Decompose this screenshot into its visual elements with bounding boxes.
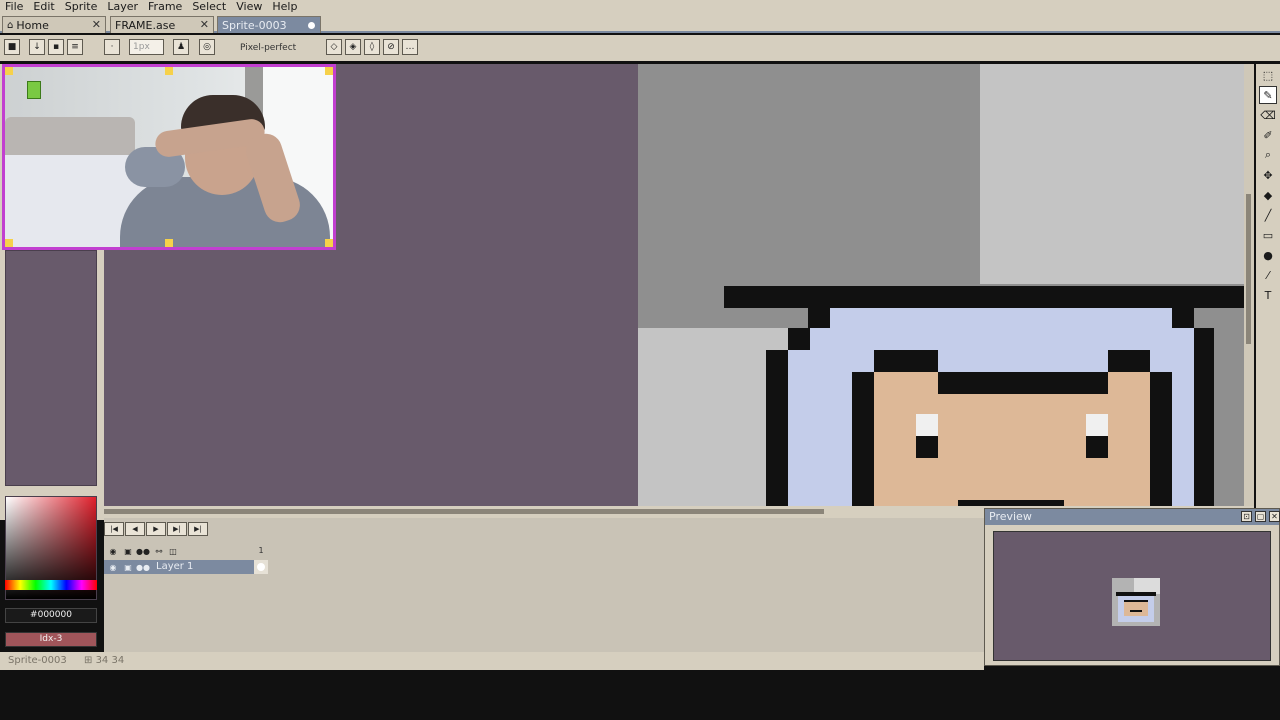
palette-area[interactable] (5, 250, 97, 486)
tab-label: FRAME.ase (115, 18, 176, 32)
tool-palette: ⬚ ✎ ⌫ ✐ ⌕ ✥ ◆ ╱ ▭ ● ⁄ T (1256, 64, 1280, 520)
continuous-icon[interactable]: ●● (136, 561, 150, 573)
preview-title[interactable]: Preview (985, 509, 1279, 525)
next-frame-icon[interactable]: ▶| (167, 522, 187, 536)
ink-icon[interactable]: ♟ (173, 39, 189, 55)
save-icon[interactable]: ▪ (48, 39, 64, 55)
status-sprite-name: Sprite-0003 (8, 655, 67, 666)
webcam-overlay (2, 64, 336, 250)
eye-icon[interactable]: ◉ (106, 545, 120, 557)
menu-layer[interactable]: Layer (102, 0, 143, 14)
menu-frame[interactable]: Frame (143, 0, 187, 14)
scrollbar-thumb[interactable] (104, 509, 824, 514)
menu-file[interactable]: File (0, 0, 28, 14)
context-toolbar: ■ ↓ ▪ ≡ · 1px ♟ ◎ Pixel-perfect ◇ ◈ ◊ ⊘ … (0, 35, 1280, 61)
menu-view[interactable]: View (231, 0, 267, 14)
close-icon[interactable]: ✕ (92, 18, 101, 31)
pixel-art-sprite (638, 64, 1254, 506)
status-bar: Sprite-0003 ⊞ 34 34 (0, 652, 984, 670)
cel[interactable] (254, 560, 268, 574)
onion-skin-icon[interactable]: ●● (136, 545, 150, 557)
eyedropper-icon[interactable]: ✐ (1259, 126, 1277, 144)
close-icon[interactable]: ✕ (200, 18, 209, 31)
tab-home[interactable]: ⌂ Home ✕ (2, 16, 106, 33)
menu-sprite[interactable]: Sprite (60, 0, 103, 14)
palette-index-field[interactable]: Idx-3 (5, 632, 97, 647)
timeline-panel: |◀ ◀ ▶ ▶| ▶| ◉ ▣ ●● ⚯ ◫ 1 ◉ ▣ ●● Layer 1 (104, 518, 984, 652)
prev-frame-icon[interactable]: ◀ (125, 522, 145, 536)
grid-icon: ⊞ (84, 655, 96, 666)
hex-color-field[interactable]: #000000 (5, 608, 97, 623)
list-icon[interactable]: ≡ (67, 39, 83, 55)
first-frame-icon[interactable]: |◀ (104, 522, 124, 536)
frame-icon[interactable]: ◫ (166, 545, 180, 557)
tab-label: Sprite-0003 (222, 18, 287, 32)
hue-slider[interactable] (5, 580, 97, 590)
bucket-icon[interactable]: ◆ (1259, 186, 1277, 204)
maximize-icon[interactable]: ⊡ (1241, 511, 1252, 522)
spray-icon[interactable]: ⁄ (1259, 266, 1277, 284)
preview-window: Preview ⊡ ▢ ✕ (984, 508, 1280, 666)
vertical-scrollbar[interactable] (1244, 64, 1254, 506)
lock-icon[interactable]: ▣ (121, 561, 135, 573)
restore-icon[interactable]: ▢ (1255, 511, 1266, 522)
pencil-icon[interactable]: ✎ (1259, 86, 1277, 104)
rectangle-icon[interactable]: ▭ (1259, 226, 1277, 244)
menu-edit[interactable]: Edit (28, 0, 59, 14)
tab-sprite-0003[interactable]: Sprite-0003 (217, 16, 321, 33)
close-icon[interactable]: ✕ (1269, 511, 1280, 522)
tab-label: Home (16, 18, 49, 32)
status-coordinates: ⊞ 34 34 (84, 655, 124, 666)
menu-bar: File Edit Sprite Layer Frame Select View… (0, 0, 1280, 14)
frame-number[interactable]: 1 (254, 544, 268, 558)
layer-row[interactable]: ◉ ▣ ●● Layer 1 (104, 560, 266, 574)
brush-type-button[interactable]: · (104, 39, 120, 55)
eraser-icon[interactable]: ⌫ (1259, 106, 1277, 124)
playback-controls: |◀ ◀ ▶ ▶| ▶| (104, 522, 209, 538)
modified-dot-icon (308, 22, 315, 29)
text-icon[interactable]: T (1259, 286, 1277, 304)
eye-icon[interactable]: ◉ (106, 561, 120, 573)
blur-icon[interactable]: ● (1259, 246, 1277, 264)
more-options-icon[interactable]: … (402, 39, 418, 55)
home-icon: ⌂ (7, 19, 14, 31)
menu-help[interactable]: Help (267, 0, 302, 14)
screen-bottom-margin (0, 670, 1280, 720)
play-icon[interactable]: ▶ (146, 522, 166, 536)
preview-canvas[interactable] (993, 531, 1271, 661)
streamer-badge-icon (27, 81, 41, 99)
zoom-icon[interactable]: ⌕ (1259, 146, 1277, 164)
opacity-icon[interactable]: ◎ (199, 39, 215, 55)
preview-sprite-thumbnail (1112, 578, 1160, 626)
symmetry-h-icon[interactable]: ◈ (345, 39, 361, 55)
brush-size-input[interactable]: 1px (129, 39, 164, 55)
marquee-icon[interactable]: ⬚ (1259, 66, 1277, 84)
symmetry-v-icon[interactable]: ◊ (364, 39, 380, 55)
tab-bar: ⌂ Home ✕ FRAME.ase ✕ Sprite-0003 (0, 14, 1280, 33)
pixel-perfect-label[interactable]: Pixel-perfect (240, 43, 296, 53)
lock-icon[interactable]: ■ (4, 39, 20, 55)
lock-icon[interactable]: ▣ (121, 545, 135, 557)
scrollbar-thumb[interactable] (1246, 194, 1251, 344)
last-frame-icon[interactable]: ▶| (188, 522, 208, 536)
link-cels-icon[interactable]: ⚯ (152, 545, 166, 557)
coordinate-value: 34 34 (95, 655, 125, 666)
line-icon[interactable]: ╱ (1259, 206, 1277, 224)
timeline-header: ◉ ▣ ●● ⚯ ◫ (104, 544, 266, 558)
move-icon[interactable]: ✥ (1259, 166, 1277, 184)
symmetry-off-icon[interactable]: ⊘ (383, 39, 399, 55)
tab-frame-ase[interactable]: FRAME.ase ✕ (110, 16, 214, 33)
menu-select[interactable]: Select (187, 0, 231, 14)
symmetry-icon[interactable]: ◇ (326, 39, 342, 55)
layer-name[interactable]: Layer 1 (156, 561, 193, 572)
download-icon[interactable]: ↓ (29, 39, 45, 55)
